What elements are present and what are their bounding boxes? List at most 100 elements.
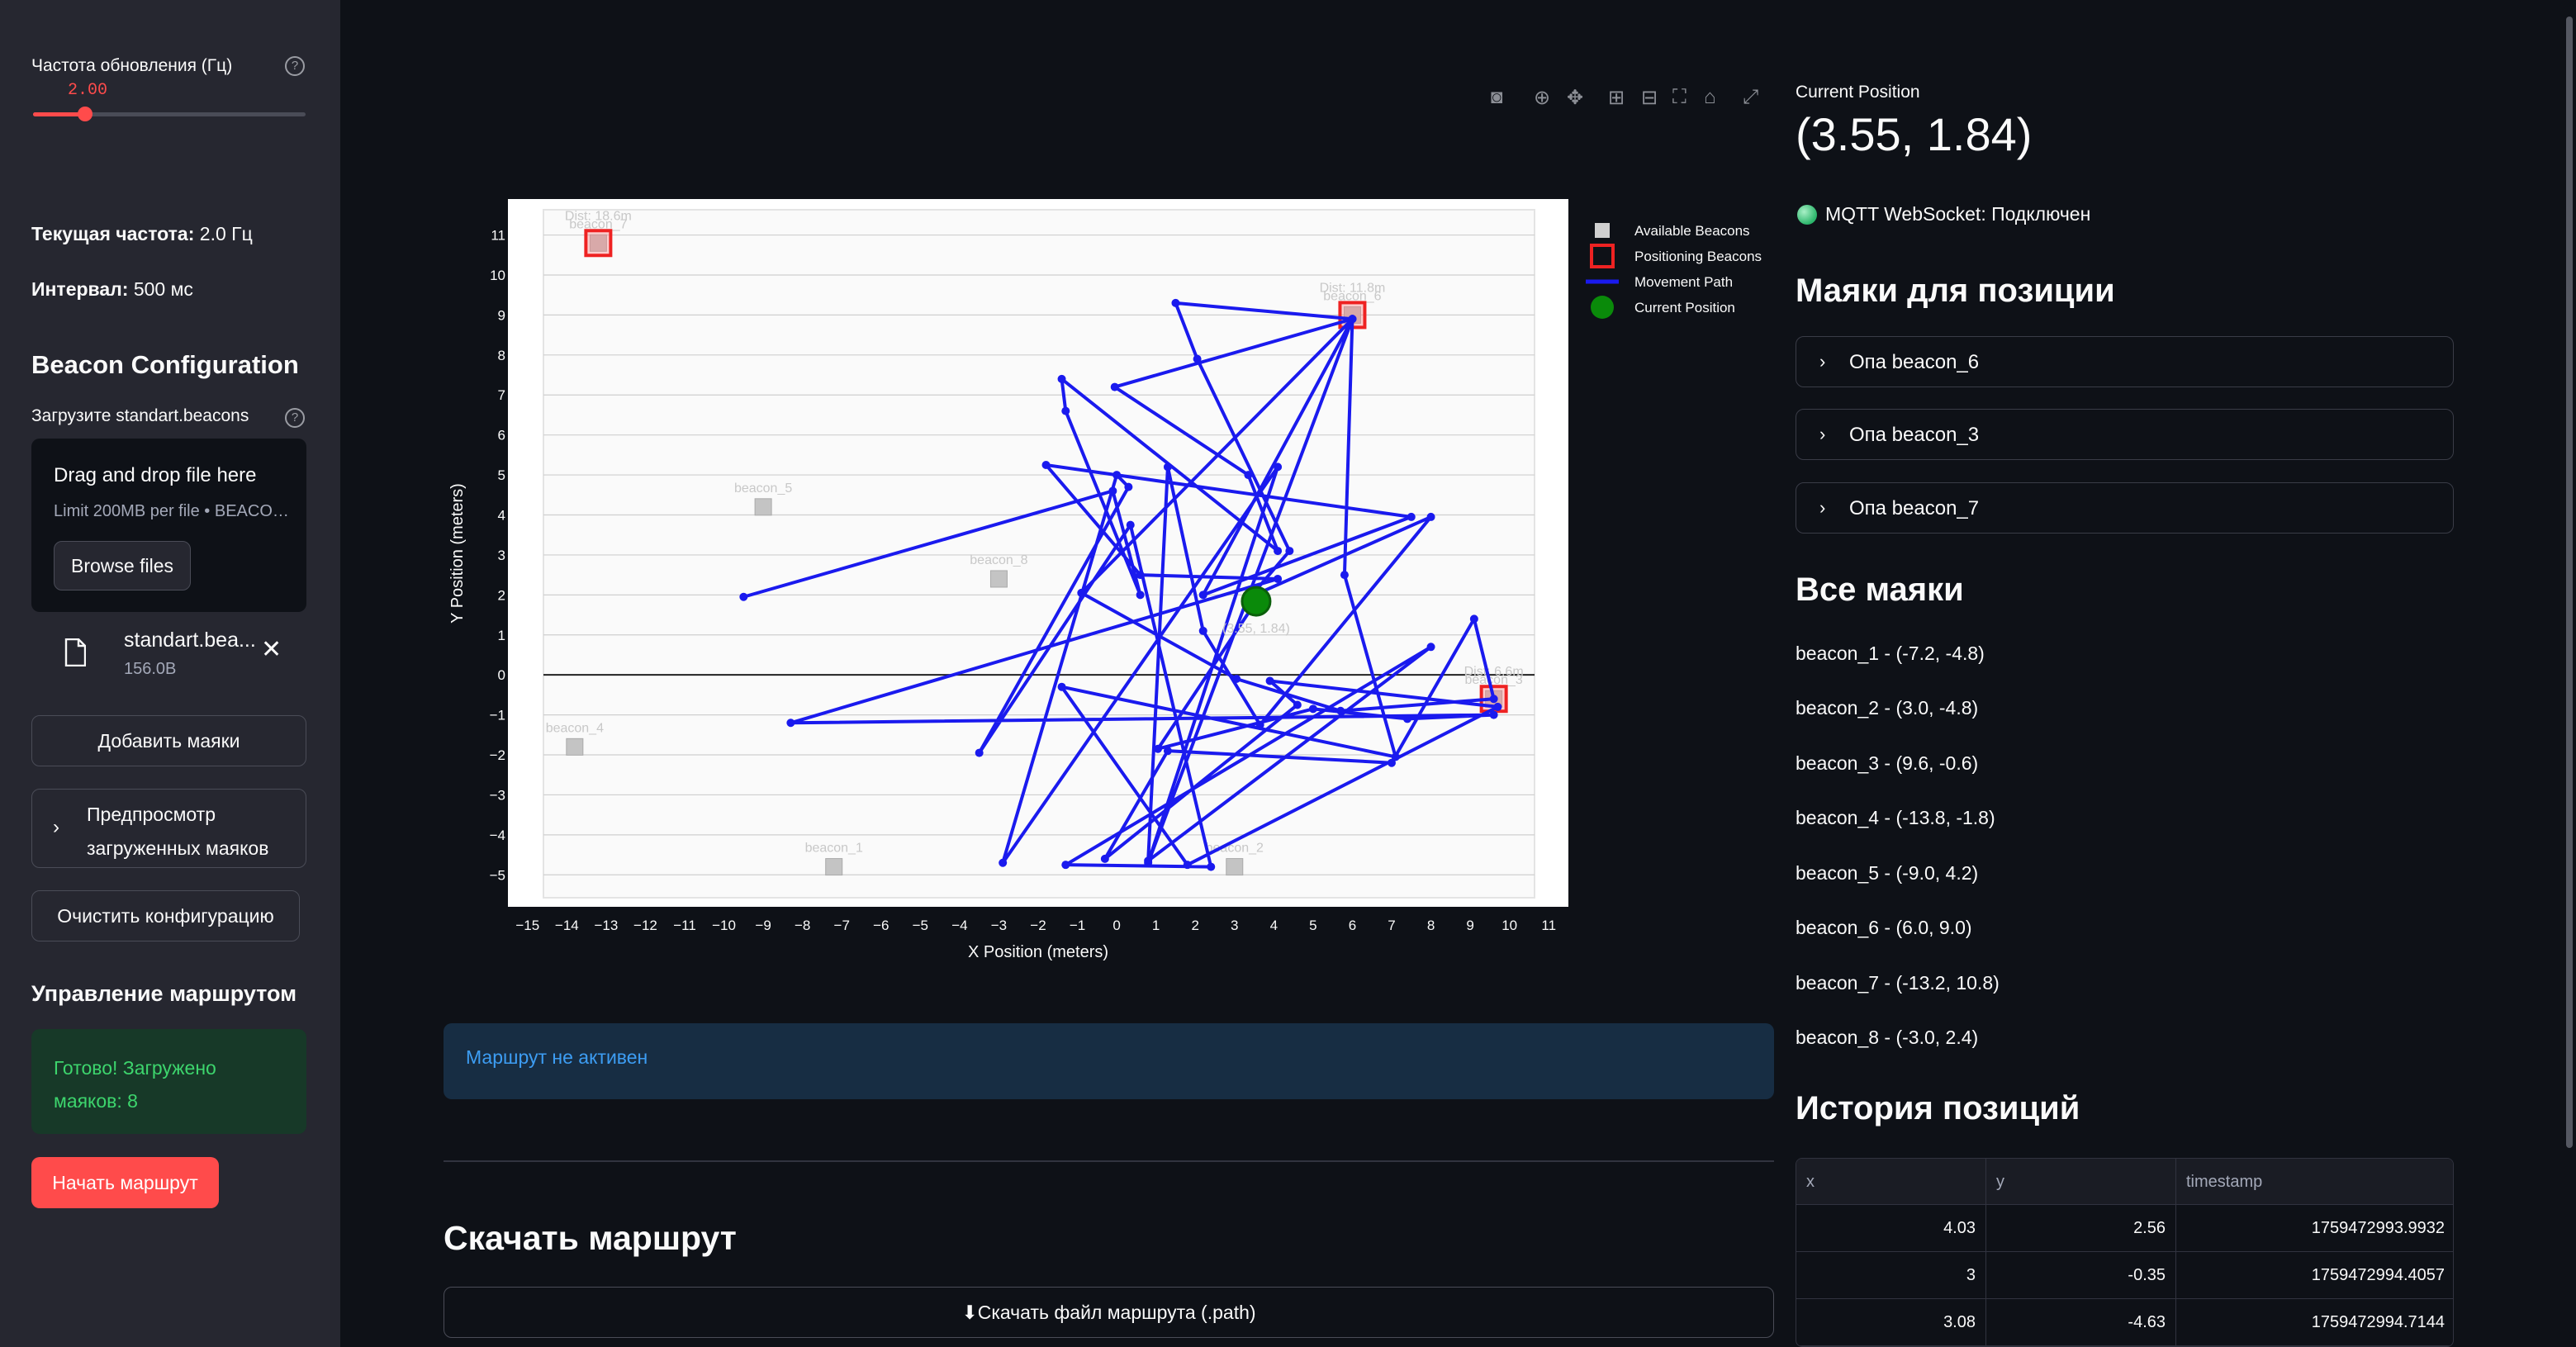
fullscreen-icon[interactable]: ⤢ (1743, 86, 1758, 109)
browse-files-button[interactable]: Browse files (54, 541, 191, 590)
path-point (1388, 758, 1396, 767)
position-beacon-expander[interactable]: › Опа beacon_6 (1796, 336, 2454, 387)
file-dropzone[interactable]: Drag and drop file here Limit 200MB per … (31, 439, 306, 612)
legend-label: Movement Path (1634, 274, 1733, 290)
position-chart[interactable]: −15 −14 −13 −12 −11 −10 −9 −8 −7 −6 −5 −4 −3 −2 −1 0 1 2 3… (429, 182, 1784, 975)
beacon-distance-label: Dist: 11.8m (1320, 281, 1386, 295)
table-cell: 1759472994.4057 (2176, 1252, 2453, 1299)
y-tick-label: 4 (498, 508, 505, 524)
path-point (1244, 471, 1253, 480)
y-tick-label: 11 (491, 228, 505, 244)
y-tick-label: 3 (498, 548, 505, 563)
path-point (1348, 315, 1357, 324)
chevron-right-icon: › (1819, 497, 1826, 518)
zoom-out-icon[interactable]: ⊟ (1641, 86, 1658, 110)
slider-thumb[interactable] (77, 107, 93, 121)
path-point (1108, 486, 1117, 496)
y-tick-label: −5 (490, 867, 505, 883)
metric-value: (3.55, 1.84) (1796, 108, 2033, 160)
home-icon[interactable]: ⌂ (1704, 86, 1716, 109)
download-route-button[interactable]: ⬇Скачать файл маршрута (.path) (444, 1287, 1774, 1338)
position-beacon-expander[interactable]: › Опа beacon_3 (1796, 409, 2454, 460)
y-tick-label: 1 (498, 628, 505, 643)
dropzone-limit: Limit 200MB per file • BEACONS (54, 502, 293, 520)
position-beacon-expander[interactable]: › Опа beacon_7 (1796, 482, 2454, 534)
frequency-slider-label: Частота обновления (Гц) (31, 56, 233, 75)
help-icon[interactable]: ? (285, 56, 305, 76)
path-point (1274, 547, 1283, 556)
legend-swatch-current (1591, 296, 1614, 319)
legend-swatch-positioning (1590, 244, 1615, 268)
legend-label: Positioning Beacons (1634, 249, 1762, 264)
x-tick-label: 1 (1152, 918, 1160, 933)
help-icon[interactable]: ? (285, 408, 305, 428)
interval-label: Интервал: (31, 278, 129, 300)
path-point (1489, 695, 1498, 704)
history-table[interactable]: x y timestamp 4.03 2.56 1759472993.9932 … (1796, 1158, 2454, 1347)
x-tick-label: 8 (1427, 918, 1435, 933)
path-point (1403, 714, 1412, 723)
chevron-right-icon: › (53, 816, 59, 838)
beacon-list-item: beacon_1 - (-7.2, -4.8) (1796, 643, 1985, 664)
beacon-label: beacon_2 (1206, 842, 1264, 856)
current-position-marker (1241, 586, 1272, 617)
x-tick-label: −8 (795, 918, 810, 933)
zoom-in-icon[interactable]: ⊞ (1608, 86, 1625, 110)
current-frequency-text: Текущая частота: 2.0 Гц (31, 223, 253, 245)
y-tick-label: 10 (490, 268, 505, 283)
legend-label: Available Beacons (1634, 223, 1750, 239)
path-point (739, 592, 748, 601)
current-position-label: (3.55, 1.84) (1222, 622, 1290, 636)
chart-svg: −15 −14 −13 −12 −11 −10 −9 −8 −7 −6 −5 −4 −3 −2 −1 0 1 2 3… (448, 199, 1762, 961)
page-scrollbar[interactable] (2566, 17, 2573, 1148)
available-beacon-marker (989, 570, 1008, 588)
table-header-x[interactable]: x (1796, 1159, 1986, 1205)
y-tick-label: 0 (498, 667, 505, 683)
path-point (1407, 512, 1416, 521)
frequency-slider[interactable] (33, 107, 306, 121)
path-point (999, 858, 1008, 867)
path-point (1493, 702, 1502, 711)
autoscale-icon[interactable]: ⛶ (1672, 86, 1686, 109)
table-cell: 1759472993.9932 (2176, 1205, 2453, 1252)
x-tick-label: −5 (913, 918, 928, 933)
y-tick-label: −4 (490, 828, 505, 843)
x-tick-label: 11 (1541, 918, 1556, 933)
file-name: standart.bea... (124, 628, 256, 652)
pan-icon[interactable]: ✥ (1567, 86, 1583, 110)
path-point (1171, 298, 1180, 307)
start-route-button[interactable]: Начать маршрут (31, 1157, 219, 1208)
path-point (1198, 590, 1207, 600)
legend: Available Beacons Positioning Beacons Move… (1586, 223, 1762, 319)
path-point (1340, 571, 1349, 580)
path-point (1061, 861, 1070, 870)
x-tick-label: 6 (1349, 918, 1356, 933)
beacon-distance-label: Dist: 18.6m (565, 209, 632, 223)
path-point (1110, 382, 1119, 391)
zoom-icon[interactable]: ⊕ (1534, 86, 1550, 110)
table-cell: 4.03 (1796, 1205, 1986, 1252)
dropzone-title: Drag and drop file here (54, 464, 257, 486)
path-point (1426, 512, 1435, 521)
close-icon[interactable]: ✕ (261, 635, 282, 664)
beacon-label: beacon_8 (970, 553, 1027, 567)
preview-beacons-expander[interactable]: › Предпросмотр загруженных маяков (31, 789, 306, 868)
x-tick-label: −14 (555, 918, 579, 933)
clear-config-button[interactable]: Очистить конфигурацию (31, 890, 300, 941)
path-point (786, 719, 795, 728)
path-point (1154, 744, 1163, 753)
current-frequency-label: Текущая частота: (31, 223, 195, 244)
file-size: 156.0B (124, 660, 177, 678)
table-cell: 1759472994.7144 (2176, 1299, 2453, 1346)
download-heading: Скачать маршрут (444, 1219, 737, 1257)
path-point (1061, 406, 1070, 415)
camera-icon[interactable]: ◙ (1491, 86, 1503, 109)
success-alert: Готово! Загружено маяков: 8 (31, 1029, 306, 1134)
path-point (1163, 462, 1172, 472)
path-point (1100, 854, 1109, 863)
table-header-y[interactable]: y (1986, 1159, 2176, 1205)
table-header-timestamp[interactable]: timestamp (2176, 1159, 2453, 1205)
x-tick-label: 5 (1309, 918, 1316, 933)
add-beacons-button[interactable]: Добавить маяки (31, 715, 306, 766)
status-dot-icon (1797, 205, 1817, 225)
